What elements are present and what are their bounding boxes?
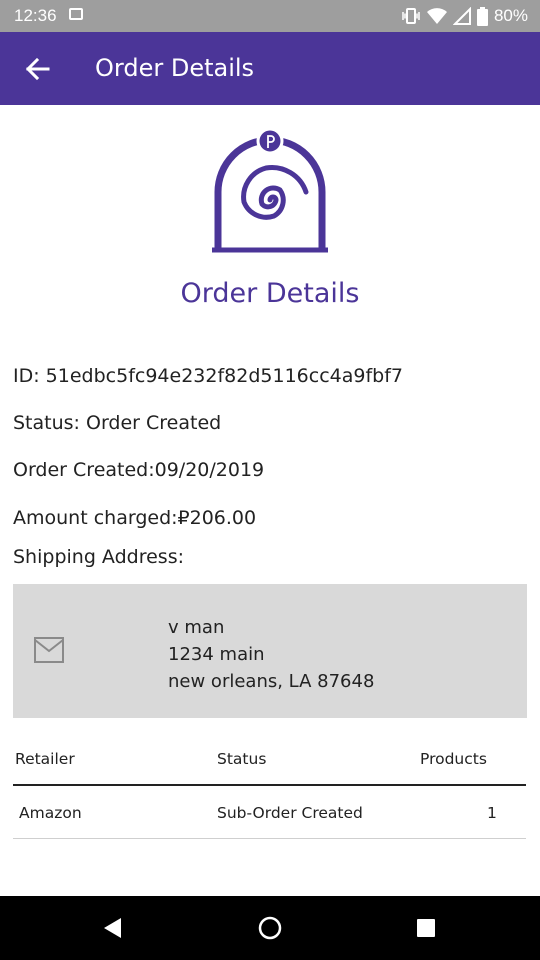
shipping-address-label: Shipping Address: bbox=[13, 546, 184, 568]
status-time: 12:36 bbox=[14, 6, 57, 25]
vibrate-icon bbox=[402, 8, 420, 24]
address-name: v man bbox=[168, 617, 225, 638]
address-lines: v man 1234 main new orleans, LA 87648 bbox=[168, 614, 374, 695]
status-bar: 12:36 80% bbox=[0, 0, 540, 32]
shipping-address-card: v man 1234 main new orleans, LA 87648 bbox=[13, 584, 527, 718]
row-products: 1 bbox=[487, 804, 497, 822]
address-street: 1234 main bbox=[168, 644, 265, 665]
amount-charged: Amount charged:₽206.00 bbox=[13, 507, 257, 529]
wifi-icon bbox=[426, 8, 447, 24]
address-city: new orleans, LA 87648 bbox=[168, 671, 375, 692]
row-retailer: Amazon bbox=[19, 804, 82, 822]
nav-recents-icon[interactable] bbox=[414, 916, 438, 940]
nav-back-icon[interactable] bbox=[101, 916, 125, 940]
app-bar: Order Details bbox=[0, 32, 540, 105]
page-heading: Order Details bbox=[180, 278, 360, 309]
system-nav-bar bbox=[0, 896, 540, 960]
suborders-table: Retailer Status Products Amazon Sub-Orde… bbox=[13, 742, 526, 839]
signal-icon bbox=[452, 7, 471, 25]
header-status: Status bbox=[217, 750, 267, 768]
image-notification-icon bbox=[69, 8, 83, 20]
order-status: Status: Order Created bbox=[13, 412, 222, 434]
battery-percent: 80% bbox=[493, 6, 528, 25]
table-header: Retailer Status Products bbox=[13, 742, 526, 786]
nav-home-icon[interactable] bbox=[258, 916, 282, 940]
order-created-date: Order Created:09/20/2019 bbox=[13, 459, 265, 481]
status-icons: 80% bbox=[401, 4, 528, 28]
app-bar-title: Order Details bbox=[95, 54, 255, 82]
spiral-logo-icon bbox=[212, 128, 328, 253]
row-status: Sub-Order Created bbox=[217, 804, 363, 822]
header-products: Products bbox=[420, 750, 487, 768]
back-arrow-icon[interactable] bbox=[22, 54, 52, 84]
battery-icon bbox=[476, 6, 488, 26]
header-retailer: Retailer bbox=[15, 750, 75, 768]
order-id: ID: 51edbc5fc94e232f82d5116cc4a9fbf7 bbox=[13, 365, 403, 387]
mail-icon bbox=[34, 637, 64, 663]
table-row[interactable]: Amazon Sub-Order Created 1 bbox=[13, 786, 526, 839]
